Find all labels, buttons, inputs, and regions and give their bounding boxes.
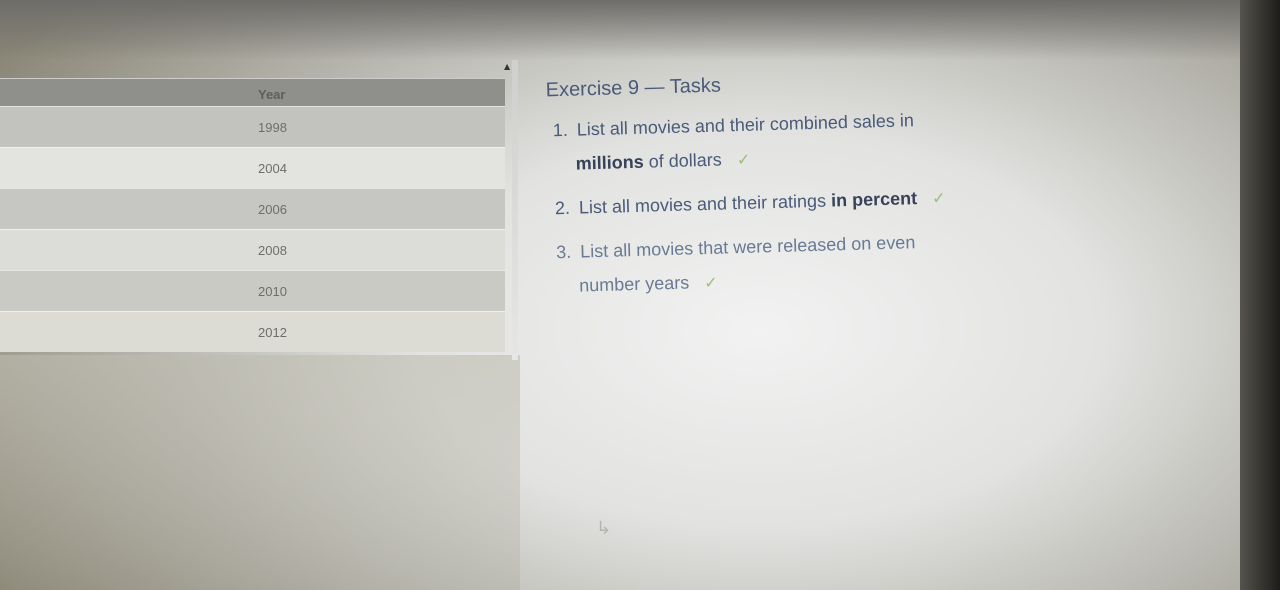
table-row[interactable]: 2004 xyxy=(0,147,505,188)
task-item-2: 2. List all movies and their ratings in … xyxy=(555,178,1016,227)
tasks-panel: Exercise 9 — Tasks 1. List all movies an… xyxy=(525,51,1071,306)
cell-year: 2004 xyxy=(258,161,287,176)
caret-up-icon[interactable]: ▲ xyxy=(504,62,510,71)
task-text-continued: of dollars xyxy=(648,149,723,172)
checkmark-icon: ✓ xyxy=(703,274,718,293)
table-empty-area xyxy=(0,355,520,590)
task-number: 1. xyxy=(552,119,569,141)
cell-year: 1998 xyxy=(258,120,287,135)
task-item-1: 1. List all movies and their combined sa… xyxy=(552,100,1014,183)
task-number: 2. xyxy=(554,197,571,219)
mouse-cursor-icon: ↳ xyxy=(596,518,612,539)
task-text: List all movies and their ratings xyxy=(578,190,827,218)
screen: Year 1998 2004 2006 2008 2010 2012 ▲ Exe… xyxy=(0,0,1280,590)
column-header-year: Year xyxy=(258,87,286,102)
checkmark-icon: ✓ xyxy=(931,190,946,208)
table-row[interactable]: 1998 xyxy=(0,106,505,147)
cell-year: 2008 xyxy=(258,243,287,258)
task-item-3: 3. List all movies that were released on… xyxy=(556,222,1018,305)
task-text-continued: number years xyxy=(578,272,690,296)
cell-year: 2012 xyxy=(258,325,287,340)
cell-year: 2006 xyxy=(258,202,287,217)
task-text: List all movies and their combined sales… xyxy=(576,110,915,140)
results-table: Year 1998 2004 2006 2008 2010 2012 xyxy=(0,78,505,352)
checkmark-icon: ✓ xyxy=(736,151,751,170)
monitor-bezel xyxy=(1240,0,1280,590)
task-emphasis: millions xyxy=(575,151,645,174)
table-row[interactable]: 2006 xyxy=(0,188,505,229)
table-row[interactable]: 2008 xyxy=(0,229,505,270)
task-number: 3. xyxy=(555,241,572,263)
panel-splitter[interactable] xyxy=(512,60,518,360)
task-emphasis: in percent xyxy=(830,188,918,211)
table-row[interactable]: 2012 xyxy=(0,311,505,352)
panel-title: Exercise 9 — Tasks xyxy=(545,74,722,102)
table-row[interactable]: 2010 xyxy=(0,270,505,311)
task-text: List all movies that were released on ev… xyxy=(579,232,916,262)
cell-year: 2010 xyxy=(258,284,287,299)
table-header-row[interactable]: Year xyxy=(0,78,505,106)
